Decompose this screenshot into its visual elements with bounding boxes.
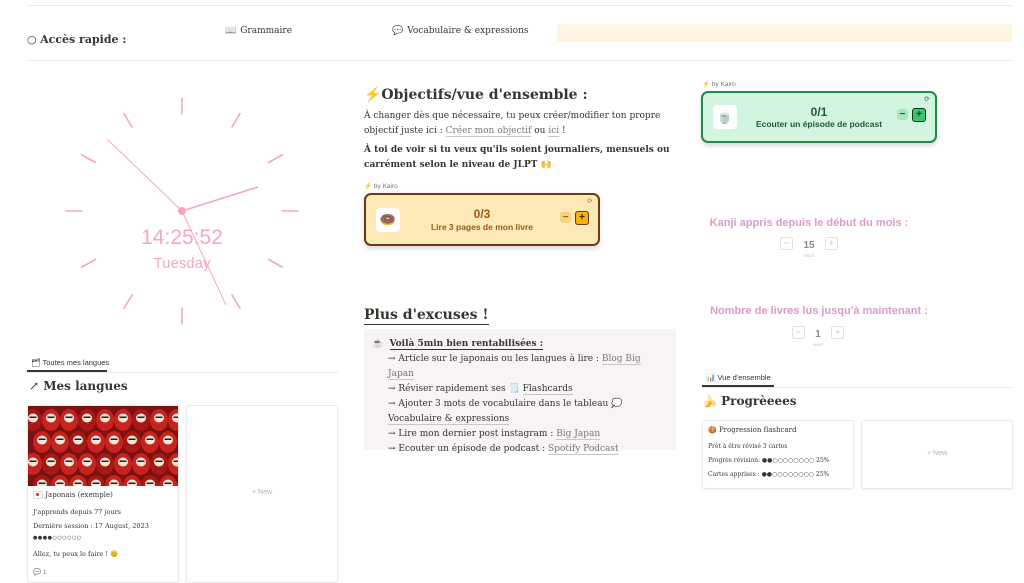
speech-bubble-icon: 💬 xyxy=(392,26,404,36)
minute-hand xyxy=(106,138,183,212)
clock-tick xyxy=(123,112,133,128)
progression-revision: Progrès révision: ●●○○○○○○○○ 25% xyxy=(708,457,830,464)
new-progress-card[interactable]: + New xyxy=(861,420,1013,489)
big-japan-link[interactable]: Big Japan xyxy=(556,429,601,440)
objectifs-paragraph-2: À toi de voir si tu veux qu'ils soient j… xyxy=(364,145,670,170)
link-grammaire[interactable]: 📖 Grammaire xyxy=(225,26,292,36)
book-minus-button[interactable]: − xyxy=(560,212,571,223)
kanji-reset[interactable]: reset xyxy=(700,253,918,258)
coffee-icon: ☕ xyxy=(372,339,384,349)
excuses-callout: ☕ Voilà 5min bien rentabilisées : → Arti… xyxy=(364,329,676,455)
daruma-image xyxy=(28,406,178,486)
langue-card-last-session: Dernière session : 17 August, 2023 xyxy=(33,522,149,530)
tab-vue-ensemble[interactable]: 📊 Vue d'ensemble xyxy=(706,373,771,382)
langue-card-title: Japonais (exemple) xyxy=(33,491,113,499)
new-langue-label: + New xyxy=(251,489,273,496)
kanji-value: 15 xyxy=(803,240,815,251)
livres-reset[interactable]: reset xyxy=(709,342,927,347)
book-plus-button[interactable]: + xyxy=(575,211,589,225)
progres-divider xyxy=(702,387,1012,388)
book-icon: 📖 xyxy=(225,26,237,36)
tab-toutes-mes-langues[interactable]: 🗂 Toutes mes langues xyxy=(31,358,109,367)
japan-flag-icon xyxy=(33,491,43,499)
podcast-goal-widget[interactable]: 🍵 0/1 Ecouter un épisode de podcast − + … xyxy=(701,91,937,143)
spotify-podcast-link[interactable]: Spotify Podcast xyxy=(548,444,619,455)
header-divider xyxy=(27,60,1012,61)
langue-card-japonais[interactable]: Japonais (exemple) J'apprends depuis 77 … xyxy=(27,405,179,583)
progression-flashcard-card[interactable]: 🍪 Progression flashcard Prêt à être révi… xyxy=(702,420,854,489)
highlight-callout xyxy=(557,24,1012,42)
clock-tick xyxy=(80,153,97,164)
excuses-title: Plus d'excuses ! xyxy=(364,307,489,325)
flashcards-link[interactable]: Flashcards xyxy=(522,384,573,395)
acces-rapide-heading: ○ Accès rapide : xyxy=(27,33,127,46)
clock-tick xyxy=(123,294,133,310)
progres-title: 🍌 Progrèeees xyxy=(702,394,797,408)
byline-book: ⚡ by Kairo xyxy=(364,183,398,190)
circle-icon: ○ xyxy=(27,33,41,46)
kanji-minus-button[interactable]: − xyxy=(779,237,793,251)
livres-counter: − 1 + reset xyxy=(709,324,927,347)
gallery-icon: 🗂 xyxy=(31,358,41,367)
plus-icon: + xyxy=(251,489,257,496)
podcast-goal-label: Ecouter un épisode de podcast xyxy=(755,119,883,129)
progression-card-title: 🍪 Progression flashcard xyxy=(708,426,797,434)
livres-value: 1 xyxy=(815,329,821,340)
clock-tick xyxy=(231,112,241,128)
cookie-icon: 🍪 xyxy=(708,426,717,434)
progression-learned: Cartes apprises : ●●○○○○○○○○ 25% xyxy=(708,471,830,478)
langue-card-progress: ●●●●○○○○○○ xyxy=(33,535,82,541)
mes-langues-title: ↗ Mes langues xyxy=(29,379,128,393)
link-vocabulaire[interactable]: 💬 Vocabulaire & expressions xyxy=(392,26,529,36)
speech-bubble-icon: 💭 xyxy=(611,399,623,409)
excuses-intro: ☕ Voilà 5min bien rentabilisées : xyxy=(372,339,544,350)
livres-minus-button[interactable]: − xyxy=(791,326,805,340)
kanji-counter-title: Kanji appris depuis le début du mois : xyxy=(709,217,909,229)
book-goal-widget[interactable]: 🍩 0/3 Lire 3 pages de mon livre − + ⟳ xyxy=(364,193,600,246)
livres-plus-button[interactable]: + xyxy=(831,326,845,340)
comment-icon: 💬 xyxy=(33,569,42,576)
lightning-icon: ⚡ xyxy=(702,81,711,88)
clock-tick xyxy=(231,294,241,310)
kanji-plus-button[interactable]: + xyxy=(825,237,839,251)
refresh-icon[interactable]: ⟳ xyxy=(587,197,593,205)
arrow-up-right-icon: ↗ xyxy=(29,379,40,393)
plus-icon: + xyxy=(926,450,932,457)
new-progress-label: + New xyxy=(926,450,948,457)
byline-podcast: ⚡ by Kairo xyxy=(702,81,736,88)
create-goal-link[interactable]: Créer mon objectif xyxy=(445,126,532,137)
langue-card-encouragement: Allez, tu peux le faire ! 😊 xyxy=(33,550,119,558)
progression-ready: Prêt à être révisé 3 cartes xyxy=(708,443,788,450)
clock-tick xyxy=(267,153,284,164)
excuses-item: → Ecouter un épisode de podcast : Spotif… xyxy=(388,444,619,455)
excuses-item: → Lire mon dernier post instagram : Big … xyxy=(388,429,601,440)
chart-icon: 📊 xyxy=(706,373,716,382)
here-link[interactable]: ici xyxy=(548,126,560,137)
objectifs-paragraph-1: À changer dès que nécessaire, tu peux cr… xyxy=(364,111,661,137)
clock-center xyxy=(178,207,186,215)
banana-icon: 🍌 xyxy=(702,394,717,408)
livres-counter-title: Nombre de livres lus jusqu'à maintenant … xyxy=(710,305,928,317)
vocabulaire-link[interactable]: Vocabulaire & expressions xyxy=(388,414,510,425)
kanji-counter: − 15 + reset xyxy=(700,235,918,258)
podcast-minus-button[interactable]: − xyxy=(897,109,908,120)
excuses-item: → Réviser rapidement ses 🗒️ Flashcards xyxy=(388,384,573,395)
langues-divider xyxy=(27,372,338,373)
new-langue-card[interactable]: + New xyxy=(186,405,338,583)
lightning-icon: ⚡ xyxy=(364,183,373,190)
podcast-plus-button[interactable]: + xyxy=(912,108,926,122)
refresh-icon[interactable]: ⟳ xyxy=(924,95,930,103)
clock-day: Tuesday xyxy=(153,255,211,272)
clock-time: 14:25:52 xyxy=(141,226,223,249)
langue-card-days: J'apprends depuis 77 jours xyxy=(33,508,122,516)
objectifs-title: ⚡Objectifs/vue d'ensemble : xyxy=(364,87,588,103)
excuses-item: → Ajouter 3 mots de vocabulaire dans le … xyxy=(388,399,623,425)
hour-hand xyxy=(181,186,259,212)
analog-clock xyxy=(65,97,299,325)
notepad-icon: 🗒️ xyxy=(508,384,520,394)
top-divider xyxy=(27,5,1012,6)
langue-card-comments[interactable]: 💬 1 xyxy=(33,568,47,576)
book-goal-label: Lire 3 pages de mon livre xyxy=(430,222,534,232)
excuses-item: → Article sur le japonais ou les langues… xyxy=(388,354,641,380)
